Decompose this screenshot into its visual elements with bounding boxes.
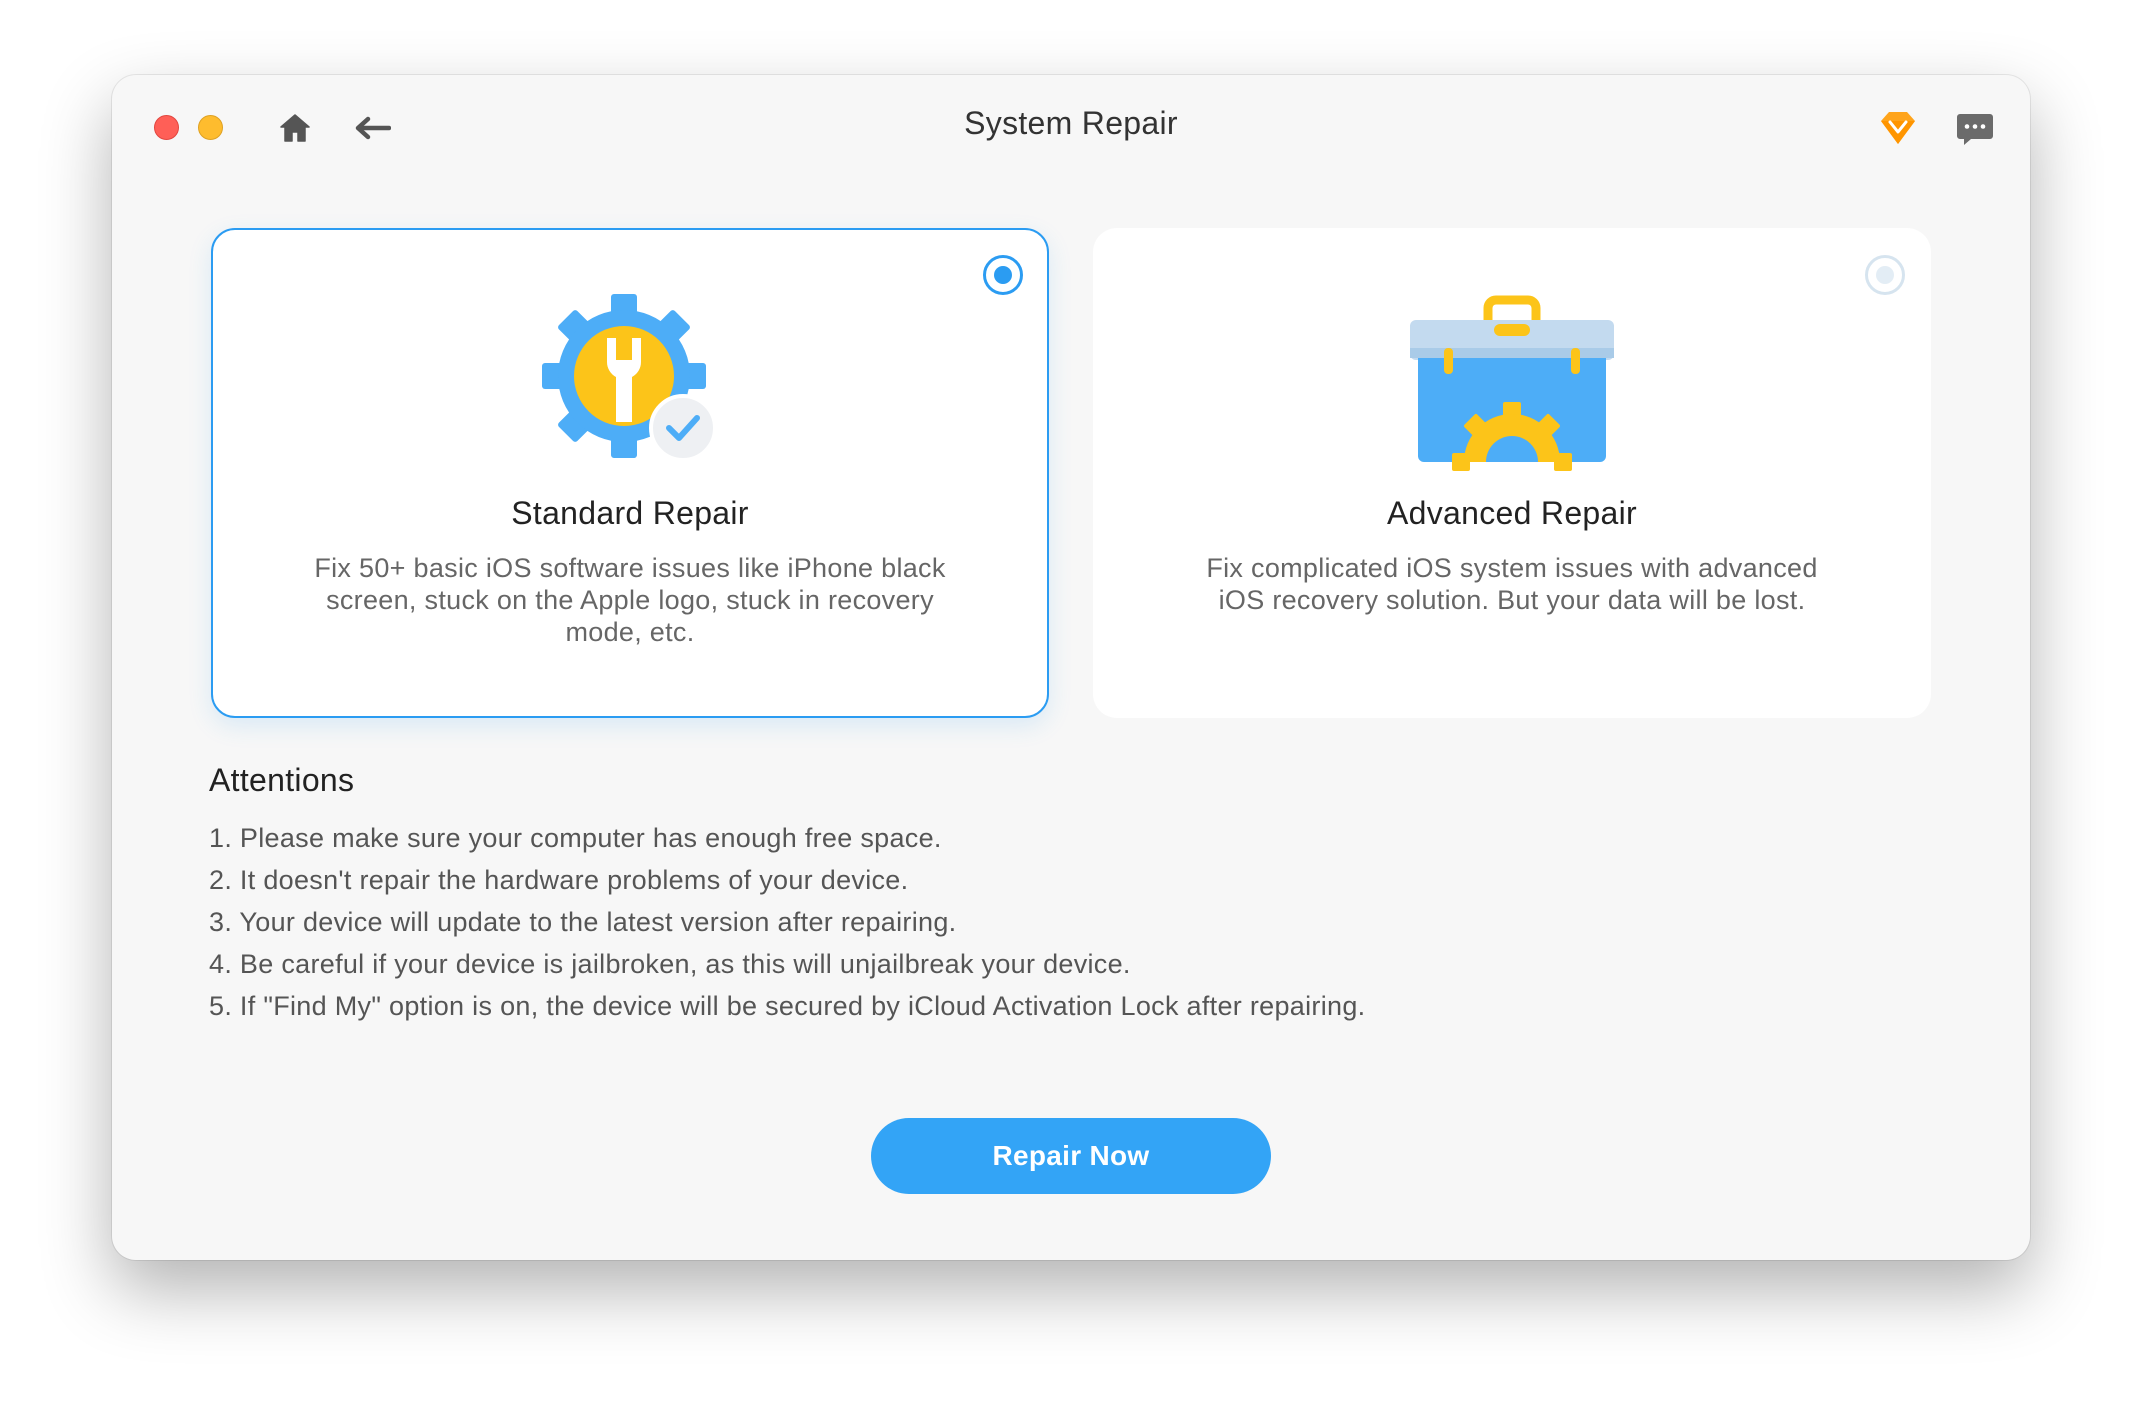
standard-repair-radio[interactable] <box>983 255 1023 295</box>
attention-item: 1. Please make sure your computer has en… <box>209 823 942 853</box>
window-title: System Repair <box>964 105 1178 141</box>
standard-repair-title: Standard Repair <box>511 495 749 531</box>
repair-now-button[interactable]: Repair Now <box>871 1118 1271 1194</box>
advanced-repair-title: Advanced Repair <box>1387 495 1637 531</box>
attention-item: 5. If "Find My" option is on, the device… <box>209 991 1366 1021</box>
attention-item: 4. Be careful if your device is jailbrok… <box>209 949 1131 979</box>
chat-bubble-icon[interactable] <box>1955 108 1995 148</box>
attentions-list: 1. Please make sure your computer has en… <box>209 817 1365 1027</box>
diamond-icon[interactable] <box>1877 107 1919 149</box>
advanced-repair-card[interactable]: Advanced Repair Fix complicated iOS syst… <box>1093 228 1931 718</box>
gear-wrench-check-icon <box>540 292 720 472</box>
advanced-repair-description: Fix complicated iOS system issues with a… <box>1206 553 1818 615</box>
standard-repair-description: Fix 50+ basic iOS software issues like i… <box>314 553 946 647</box>
standard-repair-card[interactable]: Standard Repair Fix 50+ basic iOS softwa… <box>211 228 1049 718</box>
attention-item: 3. Your device will update to the latest… <box>209 907 957 937</box>
advanced-repair-radio[interactable] <box>1865 255 1905 295</box>
app-window: System Repair Standard Repair Fix 50+ ba… <box>112 75 2030 1260</box>
attentions-heading: Attentions <box>209 762 355 798</box>
toolbox-gear-icon <box>1410 292 1614 472</box>
attention-item: 2. It doesn't repair the hardware proble… <box>209 865 909 895</box>
title-bar: System Repair <box>112 75 2030 175</box>
